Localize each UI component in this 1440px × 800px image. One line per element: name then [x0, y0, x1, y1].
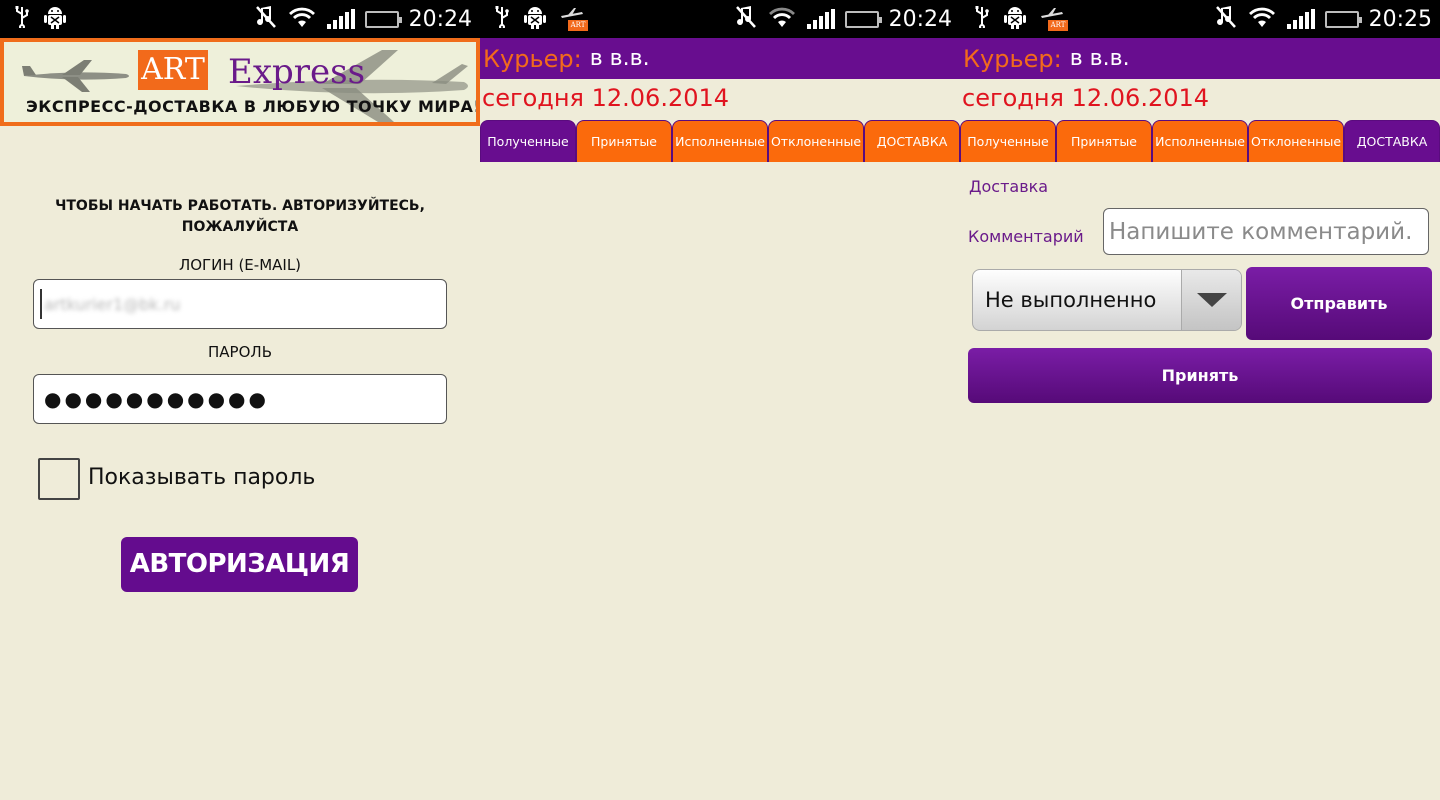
status-bar: 20:24	[0, 0, 480, 38]
password-label: ПАРОЛЬ	[208, 343, 272, 361]
signal-icon	[806, 9, 835, 29]
tab-delivery[interactable]: ДОСТАВКА	[864, 120, 960, 162]
android-debug-icon	[44, 5, 66, 33]
tab-received[interactable]: Полученные	[960, 120, 1056, 162]
art-notification-label: ART	[1048, 20, 1068, 31]
send-button[interactable]: Отправить	[1246, 267, 1432, 340]
courier-bar: Курьер: в в.в.	[480, 38, 960, 79]
tab-delivery[interactable]: ДОСТАВКА	[1344, 120, 1440, 162]
chevron-down-icon	[1181, 270, 1241, 330]
android-debug-icon	[524, 5, 546, 33]
clock: 20:25	[1368, 6, 1432, 32]
show-password-checkbox[interactable]	[38, 458, 80, 500]
wifi-icon	[287, 6, 317, 32]
tab-rejected[interactable]: Отклоненные	[1248, 120, 1344, 162]
signal-icon	[1286, 9, 1315, 29]
art-logo: ART	[138, 50, 208, 90]
clock: 20:24	[408, 6, 472, 32]
order-tabs: Полученные Принятые Исполненные Отклонен…	[480, 120, 960, 162]
battery-icon	[844, 10, 882, 28]
battery-icon	[364, 10, 402, 28]
tab-completed[interactable]: Исполненные	[672, 120, 768, 162]
text-cursor	[40, 289, 42, 319]
delivery-screen: ART 20:25 Курьер: в в.в. сегодня 12.06.2…	[960, 0, 1440, 800]
auth-button[interactable]: АВТОРИЗАЦИЯ	[121, 537, 358, 592]
android-debug-icon	[1004, 5, 1026, 33]
tab-completed[interactable]: Исполненные	[1152, 120, 1248, 162]
comment-label: Комментарий	[968, 227, 1084, 246]
tab-rejected[interactable]: Отклоненные	[768, 120, 864, 162]
banner-slogan: ЭКСПРЕСС-ДОСТАВКА В ЛЮБУЮ ТОЧКУ МИРА!	[26, 97, 480, 116]
mute-icon	[1215, 5, 1237, 33]
delivery-title: Доставка	[969, 177, 1049, 196]
login-instructions: ЧТОБЫ НАЧАТЬ РАБОТАТЬ. АВТОРИЗУЙТЕСЬ, ПО…	[0, 196, 480, 238]
tab-accepted[interactable]: Принятые	[576, 120, 672, 162]
login-email-value: artkurier1@bk.ru	[44, 294, 181, 314]
status-bar: ART 20:24	[480, 0, 960, 38]
status-dropdown-value: Не выполненно	[985, 288, 1157, 312]
order-tabs: Полученные Принятые Исполненные Отклонен…	[960, 120, 1440, 162]
signal-icon	[326, 9, 355, 29]
clock: 20:24	[888, 6, 952, 32]
wifi-icon	[767, 6, 797, 32]
show-password-label[interactable]: Показывать пароль	[88, 465, 315, 490]
screens: 20:24 ART Express ЭКСПРЕСС-ДОСТАВКА В ЛЮ…	[0, 0, 1440, 800]
wifi-icon	[1247, 6, 1277, 32]
express-logo-text: Express	[228, 52, 366, 92]
login-instructions-line2: ПОЖАЛУЙСТА	[181, 219, 299, 235]
airplane-icon	[22, 58, 132, 98]
usb-icon	[494, 6, 510, 32]
login-label: ЛОГИН (E-MAIL)	[178, 256, 302, 274]
courier-bar: Курьер: в в.в.	[960, 38, 1440, 79]
courier-label: Курьер:	[963, 44, 1062, 73]
art-notification-label: ART	[568, 20, 588, 31]
courier-name: в в.в.	[1069, 46, 1130, 71]
mute-icon	[255, 5, 277, 33]
art-notification-icon: ART	[1040, 7, 1068, 31]
login-instructions-line1: ЧТОБЫ НАЧАТЬ РАБОТАТЬ. АВТОРИЗУЙТЕСЬ,	[55, 198, 425, 214]
orders-screen: ART 20:24 Курьер: в в.в. сегодня 12.06.2…	[480, 0, 960, 800]
art-express-banner: ART Express ЭКСПРЕСС-ДОСТАВКА В ЛЮБУЮ ТО…	[0, 38, 480, 126]
accept-button[interactable]: Принять	[968, 348, 1432, 403]
art-notification-icon: ART	[560, 7, 588, 31]
tab-received[interactable]: Полученные	[480, 120, 576, 162]
battery-icon	[1324, 10, 1362, 28]
password-value: ●●●●●●●●●●●	[44, 387, 269, 411]
login-screen: 20:24 ART Express ЭКСПРЕСС-ДОСТАВКА В ЛЮ…	[0, 0, 480, 800]
password-field[interactable]: ●●●●●●●●●●●	[33, 374, 447, 424]
status-bar: ART 20:25	[960, 0, 1440, 38]
comment-input[interactable]: Напишите комментарий.	[1103, 208, 1429, 255]
login-email-field[interactable]: artkurier1@bk.ru	[33, 279, 447, 329]
usb-icon	[14, 6, 30, 32]
tab-accepted[interactable]: Принятые	[1056, 120, 1152, 162]
courier-label: Курьер:	[483, 44, 582, 73]
status-dropdown[interactable]: Не выполненно	[972, 269, 1242, 331]
courier-name: в в.в.	[589, 46, 650, 71]
usb-icon	[974, 6, 990, 32]
today-date: сегодня 12.06.2014	[962, 84, 1210, 112]
comment-placeholder: Напишите комментарий.	[1109, 218, 1413, 245]
mute-icon	[735, 5, 757, 33]
today-date: сегодня 12.06.2014	[482, 84, 730, 112]
